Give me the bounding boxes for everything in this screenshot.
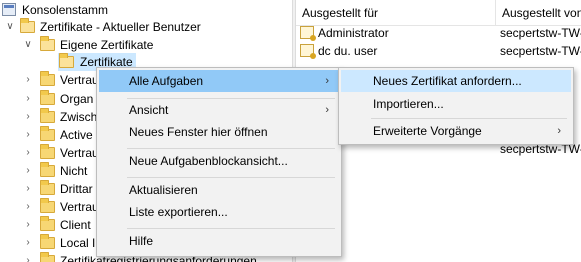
submenu-arrow-icon: › [325, 75, 329, 87]
chevron-right-icon[interactable]: › [21, 71, 35, 89]
chevron-down-icon[interactable]: ∨ [21, 36, 35, 54]
tree-node-label: Local I [60, 236, 96, 250]
cell-issued-to: Administrator [318, 26, 389, 40]
tree-node-label: Vertrau [60, 146, 99, 160]
menu-item-label: Neue Aufgabenblockansicht... [129, 154, 288, 168]
submenu-arrow-icon: › [325, 104, 329, 116]
menu-item-alle-aufgaben[interactable]: Alle Aufgaben › [99, 70, 339, 92]
chevron-right-icon[interactable]: › [21, 252, 35, 262]
menu-item-label: Alle Aufgaben [129, 74, 204, 88]
chevron-right-icon[interactable]: › [21, 126, 35, 144]
menu-item-neues-zertifikat-anfordern[interactable]: Neues Zertifikat anfordern... [341, 70, 571, 92]
folder-icon [40, 90, 55, 105]
tree-node-certificate-store[interactable]: ∨ Zertifikate - Aktueller Benutzer [0, 18, 292, 36]
menu-separator [127, 148, 335, 149]
cell-issued-by: secpertstw-TW- [500, 44, 581, 58]
folder-icon [40, 71, 55, 86]
chevron-right-icon[interactable]: › [21, 180, 35, 198]
table-row[interactable]: dc du. user secpertstw-TW- [296, 42, 581, 60]
menu-item-neue-aufgabenblockansicht[interactable]: Neue Aufgabenblockansicht... [99, 150, 339, 172]
menu-item-importieren[interactable]: Importieren... [341, 93, 571, 115]
folder-icon [40, 108, 55, 123]
folder-icon [40, 234, 55, 249]
menu-item-hilfe[interactable]: Hilfe [99, 230, 339, 252]
tree-node-label: Nicht [60, 164, 88, 178]
folder-icon [59, 53, 74, 68]
folder-icon [40, 36, 55, 51]
menu-item-ansicht[interactable]: Ansicht › [99, 99, 339, 121]
folder-icon [20, 18, 35, 33]
tree-node-label: Drittar [60, 182, 93, 196]
column-header-issued-to[interactable]: Ausgestellt für [296, 0, 496, 26]
menu-separator [127, 177, 335, 178]
submenu-alle-aufgaben: Neues Zertifikat anfordern... Importiere… [338, 67, 574, 145]
folder-icon [40, 216, 55, 231]
tree-node-label: Client [60, 218, 91, 232]
chevron-right-icon[interactable]: › [21, 216, 35, 234]
chevron-right-icon[interactable]: › [21, 90, 35, 108]
certificate-icon [300, 44, 316, 59]
folder-icon [40, 252, 55, 262]
chevron-right-icon[interactable]: › [21, 234, 35, 252]
column-header-label: Ausgestellt von [502, 6, 581, 20]
chevron-right-icon[interactable]: › [21, 144, 35, 162]
column-header-label: Ausgestellt für [302, 6, 379, 20]
menu-item-label: Hilfe [129, 234, 154, 248]
menu-item-label: Erweiterte Vorgänge [373, 124, 482, 138]
cell-issued-by: secpertstw-TW- [500, 26, 581, 40]
tree-node-label: Eigene Zertifikate [60, 38, 154, 52]
menu-item-aktualisieren[interactable]: Aktualisieren [99, 179, 339, 201]
menu-item-erweiterte-vorgaenge[interactable]: Erweiterte Vorgänge › [341, 120, 571, 142]
menu-item-label: Importieren... [373, 97, 444, 111]
menu-item-label: Aktualisieren [129, 183, 198, 197]
folder-icon [40, 180, 55, 195]
menu-item-label: Neues Zertifikat anfordern... [373, 74, 522, 88]
tree-node-label: Active [60, 128, 93, 142]
menu-item-liste-exportieren[interactable]: Liste exportieren... [99, 201, 339, 223]
tree-node-label: Organ [60, 92, 94, 106]
menu-item-label: Liste exportieren... [129, 205, 228, 219]
tree-node-eigene-zertifikate[interactable]: ∨ Eigene Zertifikate [0, 36, 292, 54]
menu-separator [371, 118, 567, 119]
context-menu: Alle Aufgaben › Ansicht › Neues Fenster … [96, 67, 342, 257]
column-header-issued-by[interactable]: Ausgestellt von [496, 0, 581, 26]
chevron-down-icon[interactable]: ∨ [3, 18, 17, 36]
folder-icon [40, 144, 55, 159]
chevron-right-icon[interactable]: › [21, 198, 35, 216]
submenu-arrow-icon: › [557, 125, 561, 137]
cell-issued-to: dc du. user [318, 44, 378, 58]
tree-node-label: Zwisch [60, 110, 98, 124]
folder-icon [40, 198, 55, 213]
table-row[interactable]: Administrator secpertstw-TW- [296, 24, 581, 42]
certificate-icon [300, 26, 316, 41]
chevron-right-icon[interactable]: › [21, 162, 35, 180]
tree-node-label: Zertifikate - Aktueller Benutzer [40, 20, 201, 34]
tree-node-label: Vertrau [60, 73, 99, 87]
menu-separator [127, 228, 335, 229]
menu-item-label: Neues Fenster hier öffnen [129, 125, 268, 139]
chevron-right-icon[interactable]: › [21, 108, 35, 126]
folder-icon [40, 162, 55, 177]
menu-item-neues-fenster[interactable]: Neues Fenster hier öffnen [99, 121, 339, 143]
menu-item-label: Ansicht [129, 103, 169, 117]
folder-icon [40, 126, 55, 141]
console-root-icon [2, 3, 16, 16]
tree-node-console-root[interactable]: Konsolenstamm [0, 1, 292, 19]
tree-node-label: Konsolenstamm [22, 3, 109, 17]
tree-node-label: Vertrau [60, 200, 99, 214]
